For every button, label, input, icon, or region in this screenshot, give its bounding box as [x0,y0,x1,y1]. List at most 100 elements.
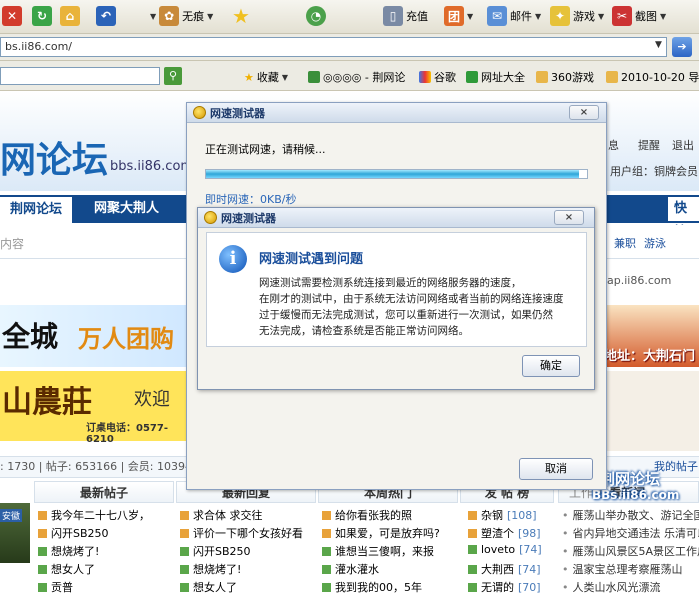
post-title: 给你看张我的照 [335,509,412,522]
progress-bar [205,169,588,179]
close-button[interactable]: × [554,210,584,225]
close-button[interactable]: × [569,105,599,120]
refresh-button[interactable]: ↻ [32,5,52,27]
tab-forum[interactable]: 荆网论坛 [0,197,73,223]
my-posts-link[interactable]: 我的帖子 [654,457,698,477]
news-item[interactable]: • 温家宝总理考察雁荡山 [562,561,683,577]
header-link[interactable]: 提醒 [638,137,660,153]
go-button[interactable]: ➔ [672,37,692,57]
ok-button[interactable]: 确定 [522,355,580,377]
recharge-button[interactable]: ▯ 充值 [383,5,428,27]
rank-icon [468,528,477,538]
list-item[interactable]: 求合体 求交往 [180,507,263,523]
dialog-titlebar[interactable]: 网速测试器 × [198,208,594,228]
list-item[interactable]: 想女人了 [38,561,95,577]
post-icon [180,528,189,538]
favorite-star-button[interactable]: ★ [232,4,250,28]
chevron-down-icon: ▼ [281,72,289,82]
post-count: [70] [518,580,541,594]
list-item[interactable]: 评价一下哪个女孩好看 [180,525,303,541]
poster-name: 杂钢 [481,509,503,522]
list-item[interactable]: 给你看张我的照 [322,507,412,523]
games-button[interactable]: ✦ 游戏 ▼ [550,5,604,27]
message-line: 网速测试需要检测系统连接到最近的网络服务器的速度， [259,277,522,289]
chevron-down-icon: ▼ [660,11,667,21]
undo-button[interactable]: ↶ [96,5,116,27]
list-item[interactable]: 闪开SB250 [180,543,251,559]
post-icon [322,510,331,520]
mail-button[interactable]: ✉ 邮件 ▼ [487,5,541,27]
post-icon [322,564,331,574]
post-title: 评价一下哪个女孩好看 [193,527,303,540]
list-item[interactable]: 贡普 [38,579,73,595]
cancel-button[interactable]: 取消 [519,458,593,480]
speed-button[interactable]: ◔ [306,5,326,27]
header-link[interactable]: 息 [608,137,619,153]
list-item[interactable]: 谁想当三傻啊，来报 [322,543,434,559]
poster-name: 大荆西 [481,563,514,576]
wap-link[interactable]: wap.ii86.com [598,274,671,287]
fav-item[interactable]: 360游戏 [536,69,594,85]
list-item[interactable]: loveto [74] [468,543,542,556]
forum-logo[interactable]: 网论坛 [0,131,108,183]
news-item[interactable]: • 人类山水风光漂流 [562,579,661,595]
news-item[interactable]: • 省内异地交通违法 乐清可以 [562,525,699,541]
list-item[interactable]: 闪开SB250 [38,525,109,541]
app-icon [193,106,206,119]
home-button[interactable]: ⌂ [60,5,80,27]
screenshot-button[interactable]: ✂ 截图 ▼ [612,5,666,27]
tag-link[interactable]: 兼职 [614,235,636,251]
list-item[interactable]: 我到我的00，5年 [322,579,422,595]
news-item[interactable]: • 雁荡山风景区5A景区工作启 [562,543,699,559]
banner-groupbuy[interactable]: 全城 万人团购 [0,305,195,367]
rank-icon [468,564,477,574]
forum-search-input[interactable]: 内容 [0,235,24,252]
post-title: 我到我的00，5年 [335,581,422,594]
thumbnail-image[interactable]: 安徽 [0,503,30,563]
fav-item[interactable]: 网址大全 [466,69,525,85]
banner-image[interactable] [600,371,699,451]
list-item[interactable]: 灌水灌水 [322,561,379,577]
post-title: 我今年二十七八岁， [51,509,150,522]
post-title: 求合体 求交往 [193,509,263,522]
chevron-down-icon[interactable]: ▼ [655,40,662,50]
url-input[interactable]: bs.ii86.com/ [0,37,667,57]
favorites-bar: ⚲ ★ 收藏 ▼ ◎◎◎◎ - 荆网论 谷歌 网址大全 360游戏 2010-1… [0,61,699,91]
list-item[interactable]: 想烧烤了! [180,561,241,577]
post-title: 如果爱，可是放弃吗? [335,527,440,540]
stats-text: : 1730 | 帖子: 653166 | 会员: 10394 [0,460,192,473]
list-item[interactable]: 想烧烤了! [38,543,99,559]
collect-button[interactable]: ★ 收藏 ▼ [244,69,288,85]
fav-item-label: ◎◎◎◎ - 荆网论 [323,71,406,84]
list-item[interactable]: 我今年二十七八岁， [38,507,150,523]
watermark-logo: 荆网论坛 [600,470,661,488]
banner-farm[interactable]: 山農莊 欢迎 订桌电话：0577-6210 [0,371,195,445]
tab-community[interactable]: 网聚大荆人 [84,195,169,223]
quick-button[interactable]: 快捷 [668,197,699,240]
list-item[interactable]: 大荆西 [74] [468,561,541,577]
group-buy-button[interactable]: 团 ▼ [444,5,473,27]
fav-item[interactable]: 谷歌 [419,69,456,85]
game-icon: ✦ [550,6,570,26]
list-item[interactable]: 无谓的 [70] [468,579,541,595]
header-link[interactable]: 退出 [672,137,694,153]
fav-item[interactable]: 2010-10-20 导入 [606,69,699,85]
list-item[interactable]: 杂钢 [108] [468,507,537,523]
paw-icon: ✿ [159,6,180,26]
list-item[interactable]: 如果爱，可是放弃吗? [322,525,440,541]
search-input[interactable] [0,67,160,85]
forum-url: bbs.ii86.com [110,159,194,174]
stop-button[interactable]: ✕ [2,5,22,27]
fav-item[interactable]: ◎◎◎◎ - 荆网论 [308,69,405,85]
news-item[interactable]: • 雁荡山举办散文、游记全国 [562,507,699,523]
column-header[interactable]: 最新帖子 [34,481,174,503]
list-item[interactable]: 塑渣个 [98] [468,525,541,541]
tag-link[interactable]: 游泳 [644,235,666,251]
no-trace-button[interactable]: ▼ ✿ 无痕 ▼ [150,5,213,27]
thumbnail-label: 安徽 [0,509,23,522]
dialog-titlebar[interactable]: 网速测试器 × [187,103,606,123]
search-button[interactable]: ⚲ [164,67,182,85]
list-item[interactable]: 想女人了 [180,579,237,595]
star-icon: ★ [244,70,254,84]
banner-restaurant[interactable]: 地址：大荆石门 [600,305,699,367]
